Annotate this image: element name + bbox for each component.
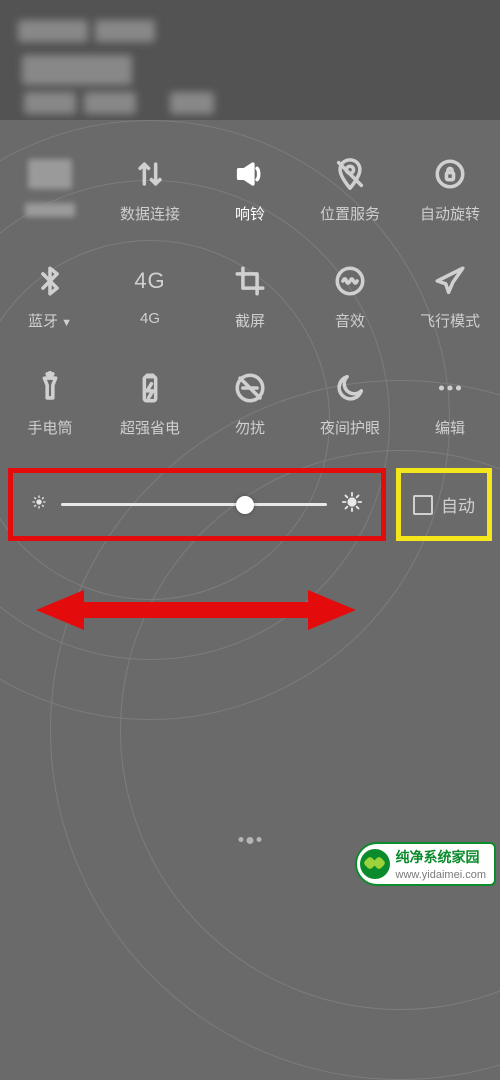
net4g-icon: 4G: [134, 262, 165, 300]
tile-sound-effect[interactable]: 音效: [300, 262, 400, 331]
dnd-icon: [233, 369, 267, 407]
watermark-name: 纯净系统家园: [396, 847, 486, 867]
data-arrows-icon: [133, 155, 167, 193]
brightness-auto-highlight: 自动: [396, 468, 492, 541]
tile-4g[interactable]: 4G 4G: [100, 262, 200, 331]
moon-icon: [333, 369, 367, 407]
watermark-logo-icon: [360, 849, 390, 879]
tile-bluetooth[interactable]: 蓝牙▼: [0, 262, 100, 331]
tile-mobile-data[interactable]: 数据连接: [100, 155, 200, 224]
brightness-thumb[interactable]: [236, 496, 254, 514]
tile-screenshot[interactable]: 截屏: [200, 262, 300, 331]
tile-label: 勿扰: [235, 417, 265, 438]
brightness-low-icon: [31, 494, 47, 515]
tile-label-blurred: [25, 203, 75, 217]
tile-auto-rotate[interactable]: 自动旋转: [400, 155, 500, 224]
chevron-down-icon: ▼: [61, 317, 72, 329]
tile-edit[interactable]: 编辑: [400, 369, 500, 438]
quick-settings-panel: 数据连接 响铃 位置服务 自动旋转 蓝牙▼ 4G 4G 截屏: [0, 120, 500, 450]
tile-airplane[interactable]: 飞行模式: [400, 262, 500, 331]
tile-label: 自动旋转: [420, 203, 480, 224]
watermark: 纯净系统家园 www.yidaimei.com: [355, 842, 496, 886]
tile-label: 编辑: [435, 417, 465, 438]
tile-label: 夜间护眼: [320, 417, 380, 438]
dots-icon: [433, 369, 467, 407]
tile-night-mode[interactable]: 夜间护眼: [300, 369, 400, 438]
tile-label: 响铃: [235, 203, 265, 224]
tile-flashlight[interactable]: 手电筒: [0, 369, 100, 438]
flashlight-icon: [33, 369, 67, 407]
speaker-icon: [233, 155, 267, 193]
tile-label: 飞行模式: [420, 310, 480, 331]
lock-rotate-icon: [433, 155, 467, 193]
wifi-icon: [28, 159, 72, 189]
tile-label: 音效: [335, 310, 365, 331]
brightness-row: 自动: [8, 468, 492, 541]
crop-icon: [233, 262, 267, 300]
tile-label: 蓝牙▼: [28, 310, 72, 331]
auto-brightness-label: 自动: [441, 492, 475, 517]
tile-location[interactable]: 位置服务: [300, 155, 400, 224]
brightness-slider-highlight: [8, 468, 386, 541]
airplane-icon: [433, 262, 467, 300]
tile-label: 手电筒: [27, 417, 72, 438]
watermark-url: www.yidaimei.com: [396, 869, 486, 881]
tile-label: 截屏: [235, 310, 265, 331]
location-off-icon: [333, 155, 367, 193]
annotation-red-arrow: [36, 586, 356, 634]
tile-power-saving[interactable]: 超强省电: [100, 369, 200, 438]
tile-label: 4G: [140, 310, 160, 327]
sound-wave-icon: [333, 262, 367, 300]
tile-label: 数据连接: [120, 203, 180, 224]
tile-dnd[interactable]: 勿扰: [200, 369, 300, 438]
battery-bolt-icon: [133, 369, 167, 407]
brightness-high-icon: [341, 491, 363, 518]
status-bar: [0, 0, 500, 120]
auto-brightness-checkbox[interactable]: [413, 495, 433, 515]
home-indicator: [239, 837, 262, 844]
tile-label: 超强省电: [120, 417, 180, 438]
tile-wifi[interactable]: [0, 155, 100, 224]
tile-ring[interactable]: 响铃: [200, 155, 300, 224]
bluetooth-icon: [33, 262, 67, 300]
brightness-slider[interactable]: [61, 503, 327, 506]
tile-label: 位置服务: [320, 203, 380, 224]
